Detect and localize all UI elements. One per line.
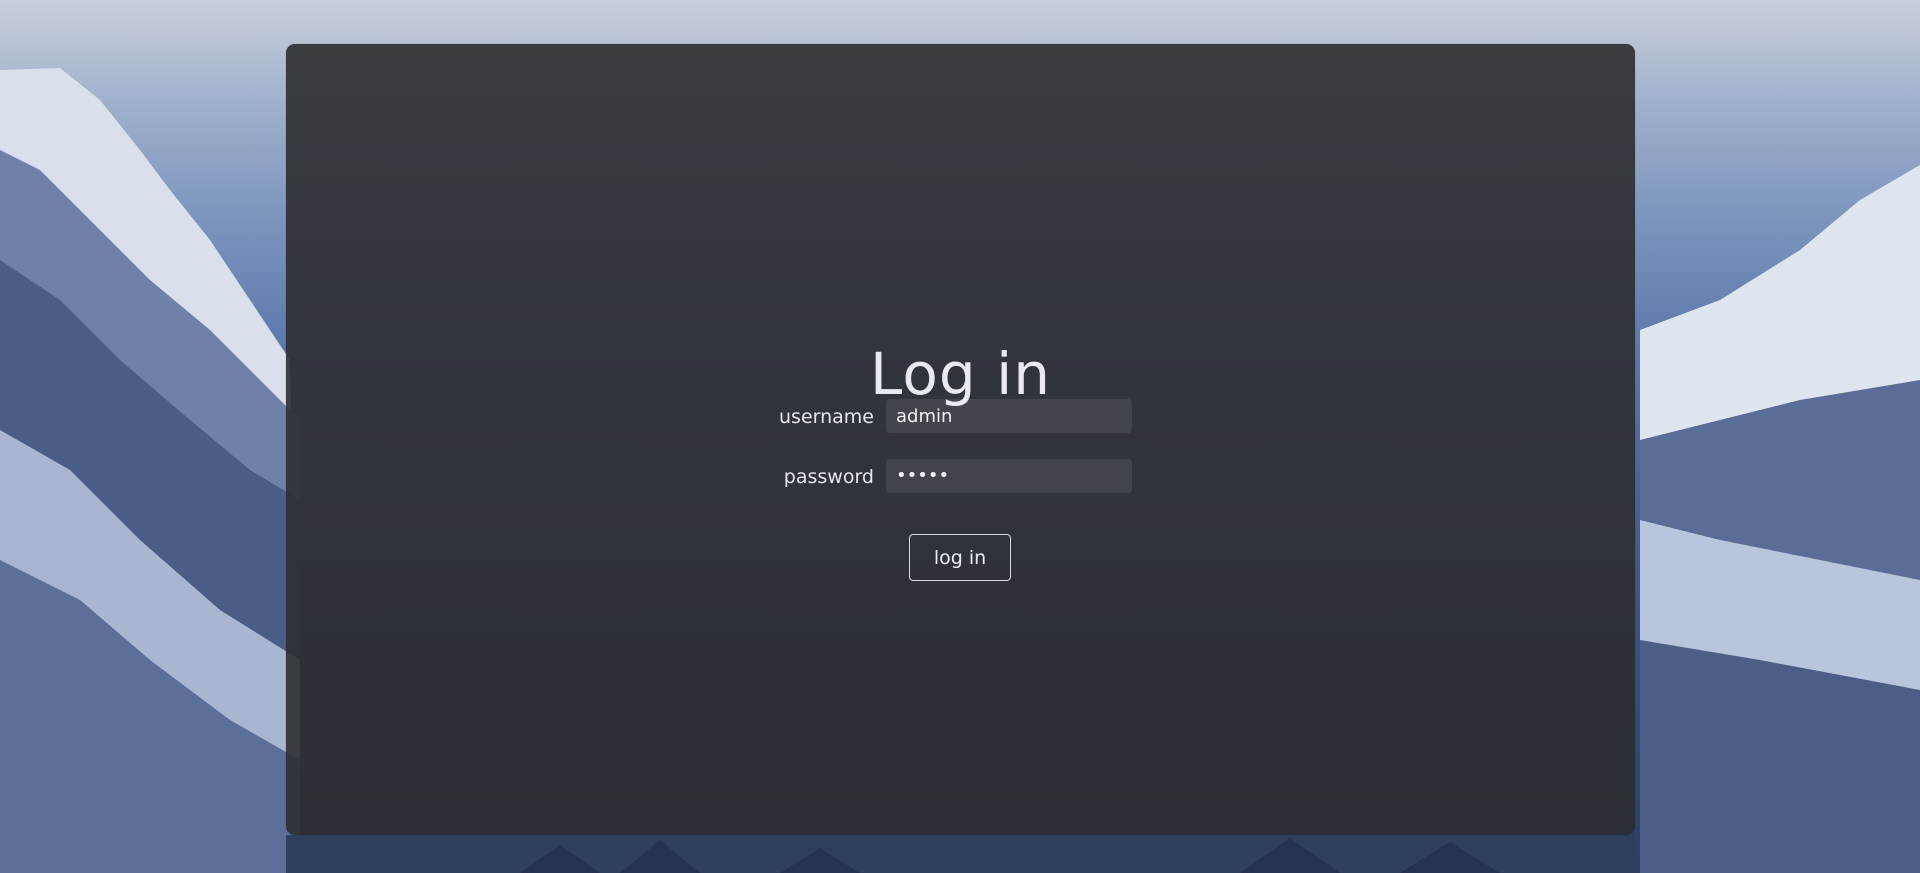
password-label: password xyxy=(783,466,874,488)
login-button[interactable]: log in xyxy=(909,534,1011,581)
page-title: Log in xyxy=(870,340,1051,408)
login-panel: Log in username password ••••• log in xyxy=(286,44,1635,835)
username-input[interactable] xyxy=(886,399,1132,433)
login-page: Log in username password ••••• log in xyxy=(0,0,1920,873)
password-input[interactable] xyxy=(886,459,1132,493)
password-row: password ••••• xyxy=(286,459,1635,495)
username-label: username xyxy=(779,406,874,428)
username-row: username xyxy=(286,399,1635,435)
